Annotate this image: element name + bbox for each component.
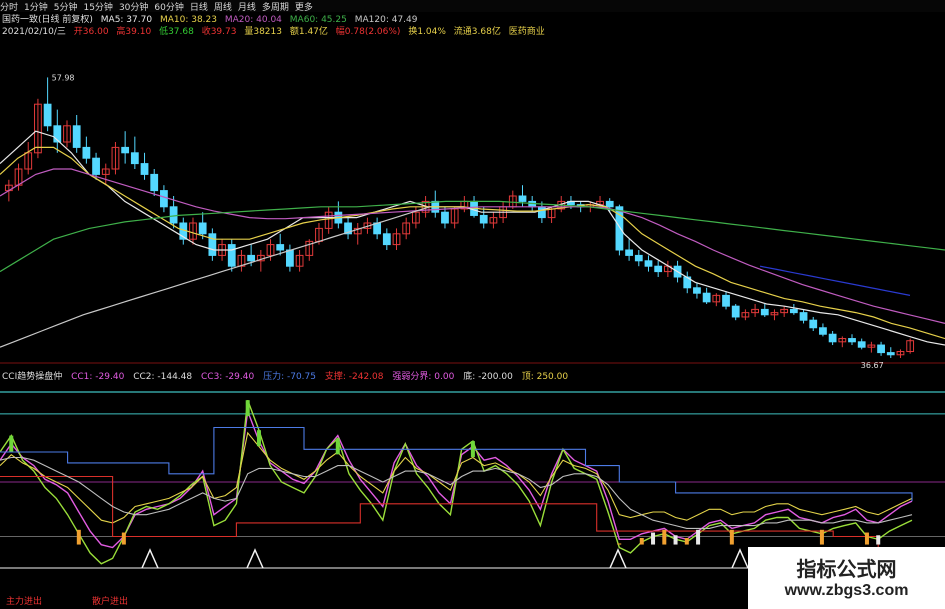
- bottom-value: 底: -200.00: [463, 372, 513, 382]
- cci-line-3: [0, 426, 913, 502]
- oversold-bar: [864, 532, 869, 545]
- cc3-value: CC3: -29.40: [201, 372, 255, 382]
- indicator-name: CCI趋势操盘仲: [2, 372, 63, 382]
- candle-body: [731, 305, 740, 318]
- overbought-bar: [470, 441, 475, 458]
- candle-body: [693, 287, 701, 294]
- candle-body: [644, 260, 653, 267]
- candle-body: [382, 233, 391, 246]
- retail-label: 散户进出: [92, 597, 129, 607]
- oversold-bar: [639, 538, 644, 545]
- buy-signal-triangle: [731, 548, 749, 569]
- oversold-bar: [617, 543, 622, 545]
- candle-body: [121, 146, 130, 154]
- buy-signal-triangle: [246, 548, 264, 569]
- oversold-bar: [76, 529, 81, 545]
- candle-body: [877, 344, 885, 354]
- candle-body: [857, 341, 866, 348]
- candle-body: [286, 249, 294, 267]
- candle-body: [72, 125, 81, 148]
- overbought-bar: [256, 430, 261, 447]
- kline-chart: 57.98 36.67: [0, 73, 945, 569]
- top-value: 顶: 250.00: [521, 372, 569, 382]
- candle-body: [819, 327, 827, 335]
- candle-body: [92, 157, 100, 175]
- candle-body: [886, 352, 895, 356]
- watermark: 指标公式网 www.zbgs3.com: [748, 547, 945, 609]
- cc2-value: CC2: -144.48: [133, 372, 193, 382]
- oversold-bar: [876, 535, 881, 545]
- candle-body: [150, 173, 159, 192]
- oversold-bar: [651, 532, 656, 545]
- candle-body: [130, 152, 139, 165]
- candle-body: [82, 146, 91, 159]
- candle-body: [722, 294, 730, 307]
- buy-signal-triangle: [141, 548, 159, 569]
- oversold-bar: [696, 529, 701, 545]
- candle-body: [634, 254, 643, 262]
- candle-body: [43, 103, 52, 127]
- candle-body: [140, 163, 149, 175]
- oversold-bar: [729, 529, 734, 545]
- pressure-value: 压力: -70.75: [263, 372, 316, 382]
- candle-body: [654, 265, 663, 273]
- candle-body: [247, 254, 256, 262]
- candle-body: [799, 312, 808, 321]
- overbought-bar: [335, 438, 340, 455]
- oversold-bar: [819, 529, 824, 545]
- ma-line-ma20: [0, 168, 945, 324]
- candle-body: [227, 244, 236, 267]
- main-force-label: 主力进出: [6, 597, 43, 607]
- candle-body: [479, 214, 488, 224]
- candle-body: [702, 292, 711, 303]
- support-value: 支撑: -242.08: [324, 372, 384, 382]
- cc1-value: CC1: -29.40: [71, 372, 125, 382]
- price-low-label: 36.67: [861, 361, 884, 370]
- overbought-bar: [9, 435, 14, 452]
- oversold-bar: [673, 535, 678, 545]
- overbought-bar: [245, 400, 250, 417]
- candle-body: [160, 190, 168, 208]
- oversold-bar: [121, 532, 126, 545]
- candle-body: [208, 233, 217, 256]
- ma-line-ma250: [759, 265, 911, 296]
- candle-body: [828, 333, 837, 343]
- candle-body: [518, 195, 527, 202]
- candle-body: [760, 308, 769, 316]
- candle-body: [809, 319, 818, 329]
- candle-body: [198, 222, 207, 235]
- watermark-title: 指标公式网: [796, 557, 897, 581]
- oversold-bar: [684, 538, 689, 545]
- candle-body: [605, 200, 614, 208]
- indicator-info-line: CCI趋势操盘仲 CC1: -29.40 CC2: -144.48 CC3: -…: [2, 369, 574, 382]
- candle-body: [789, 308, 798, 314]
- divide-value: 强弱分界: 0.00: [392, 372, 455, 382]
- candle-body: [625, 249, 633, 256]
- watermark-url: www.zbgs3.com: [784, 582, 909, 599]
- candle-body: [537, 206, 546, 219]
- cci-line-2: [0, 431, 913, 524]
- price-high-label: 57.98: [52, 73, 75, 82]
- candle-body: [848, 338, 856, 343]
- buy-signal-triangle: [609, 548, 627, 569]
- candle-body: [276, 244, 285, 251]
- candle-body: [441, 211, 449, 224]
- ma-line-ma120: [0, 206, 431, 348]
- oversold-bar: [662, 529, 667, 545]
- candle-body: [169, 206, 178, 224]
